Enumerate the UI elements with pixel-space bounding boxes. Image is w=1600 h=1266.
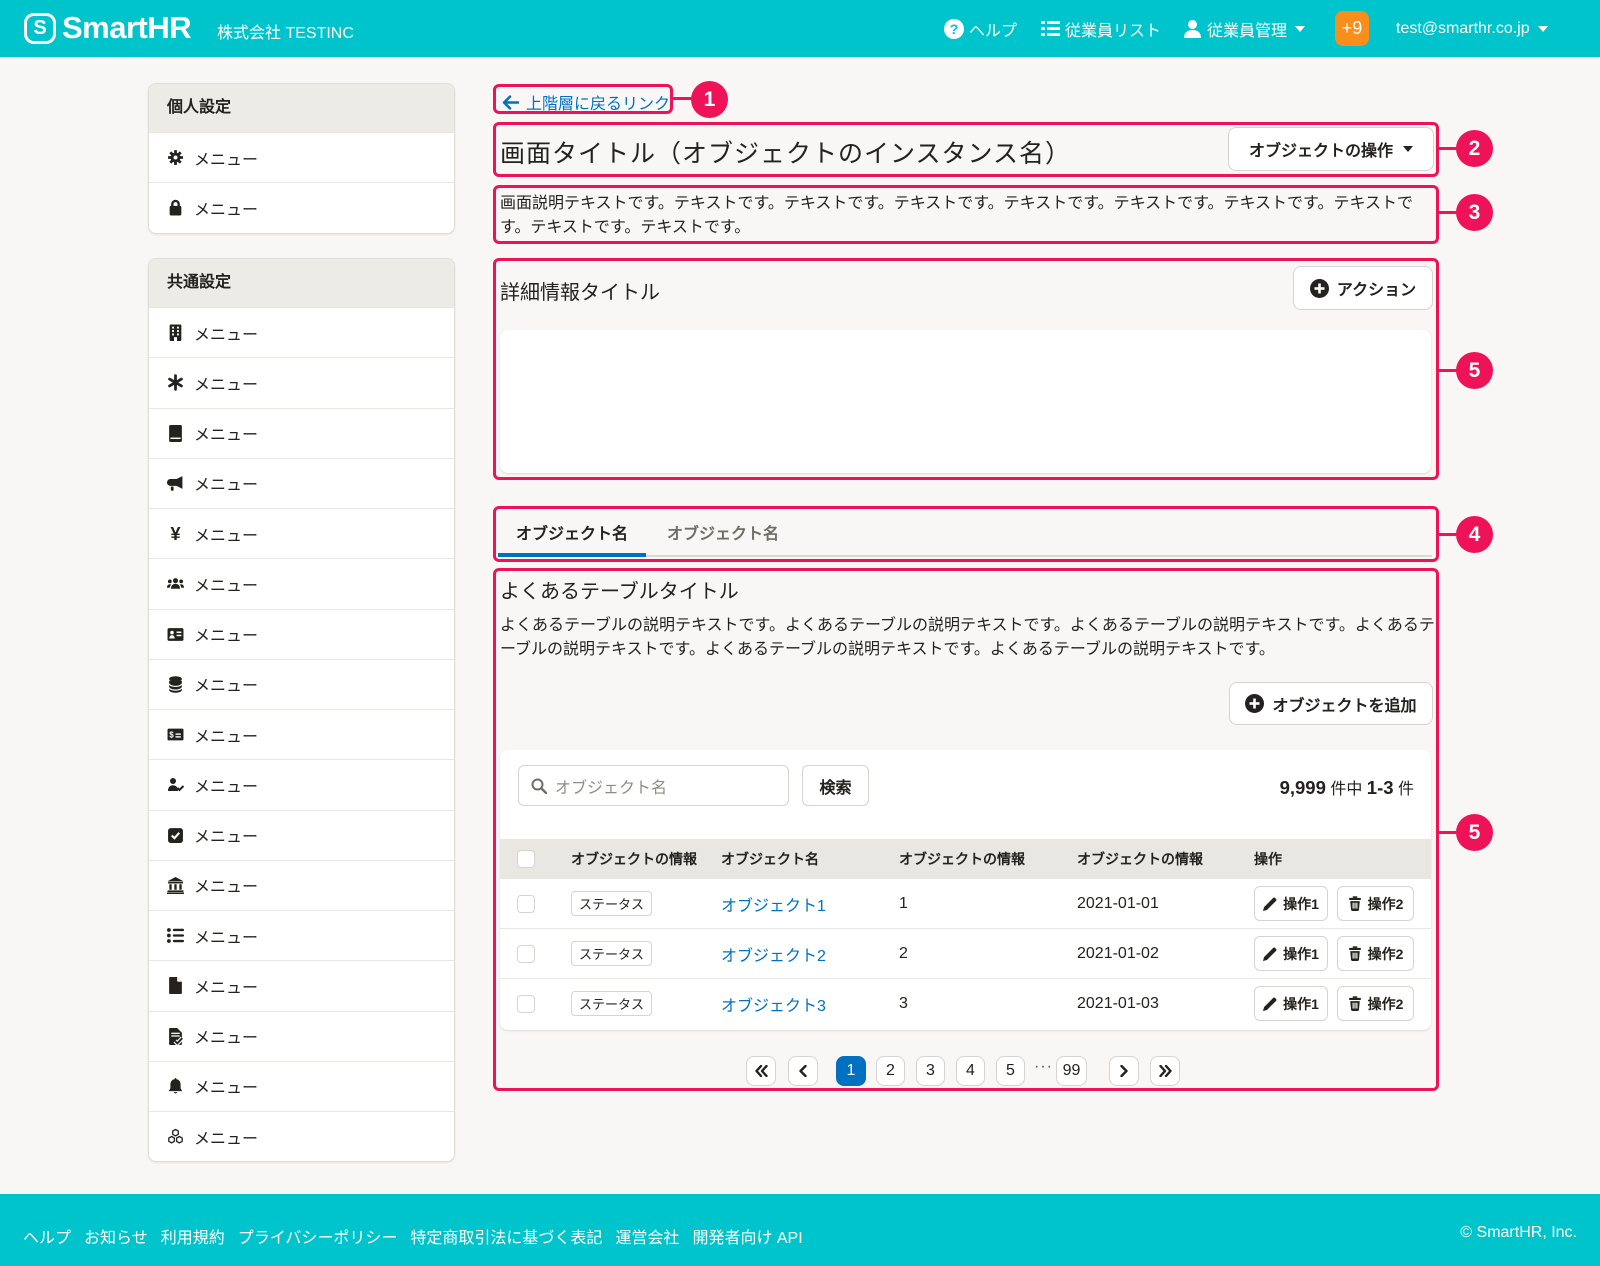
svg-text:?: ? bbox=[950, 21, 959, 37]
svg-text:¥: ¥ bbox=[170, 525, 180, 542]
svg-text:$: $ bbox=[169, 731, 174, 740]
